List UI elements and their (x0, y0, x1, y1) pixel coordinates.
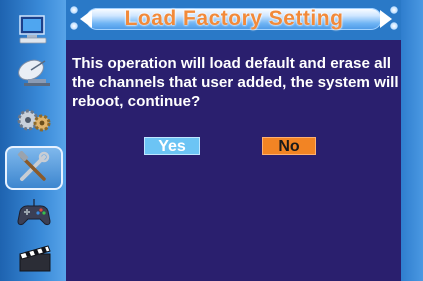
sidebar-item-system[interactable] (6, 10, 62, 50)
gears-icon (17, 109, 51, 132)
clapperboard-icon (19, 245, 51, 272)
sidebar-item-media[interactable] (6, 237, 62, 277)
no-button[interactable]: No (262, 137, 316, 155)
gamepad-icon (17, 199, 51, 226)
satellite-dish-icon (18, 59, 50, 86)
computer-icon (19, 15, 47, 44)
yes-button[interactable]: Yes (144, 137, 200, 155)
right-frame-rail (401, 0, 423, 281)
decorative-dot (70, 6, 78, 14)
sidebar-item-tools[interactable] (5, 146, 63, 190)
tools-icon (17, 151, 50, 181)
dialog-panel (66, 0, 401, 281)
dialog-title: Load Factory Setting (124, 7, 344, 30)
sidebar-item-installation[interactable] (6, 52, 62, 92)
sidebar-item-settings[interactable] (6, 100, 62, 140)
sidebar (0, 0, 68, 281)
sidebar-item-games[interactable] (6, 194, 62, 234)
dialog-message: This operation will load default and era… (72, 55, 399, 110)
decorative-dot (70, 22, 78, 30)
